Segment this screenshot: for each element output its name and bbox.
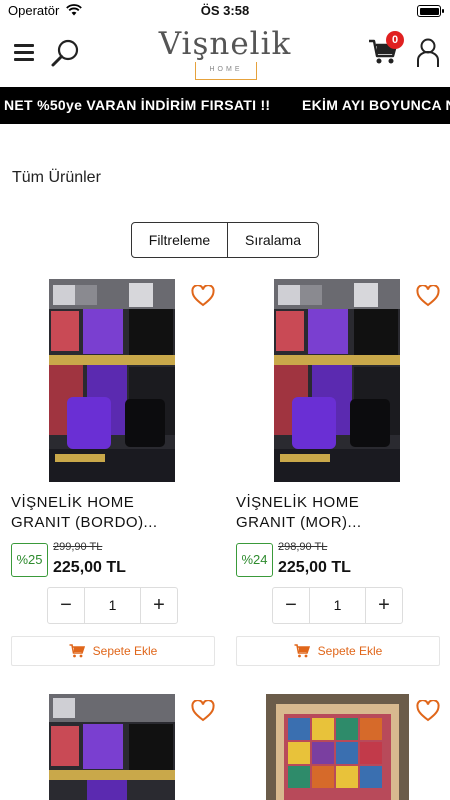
- quantity-stepper: − 1 +: [272, 587, 403, 624]
- add-to-cart-label: Sepete Ekle: [92, 644, 158, 658]
- filter-sort-group: Filtreleme Sıralama: [131, 222, 319, 258]
- decrease-button[interactable]: −: [48, 588, 84, 623]
- sort-button[interactable]: Sıralama: [228, 223, 318, 257]
- decrease-button[interactable]: −: [273, 588, 309, 623]
- favorite-heart-icon[interactable]: [416, 285, 440, 307]
- add-to-cart-button[interactable]: Sepete Ekle: [11, 636, 215, 666]
- app-header: Vişnelik HOME 0: [0, 24, 450, 86]
- add-to-cart-button[interactable]: Sepete Ekle: [236, 636, 440, 666]
- increase-button[interactable]: +: [141, 588, 177, 623]
- favorite-heart-icon[interactable]: [416, 700, 440, 722]
- user-icon[interactable]: [416, 38, 440, 68]
- product-card[interactable]: VİŞNELİK HOME GRANIT (MOR)... %24 298,90…: [236, 279, 440, 669]
- brand-logo[interactable]: Vişnelik HOME: [150, 26, 300, 82]
- status-bar: Operatör ÖS 3:58: [0, 0, 450, 24]
- product-image[interactable]: [49, 694, 175, 800]
- filter-button[interactable]: Filtreleme: [132, 223, 228, 257]
- product-name-line: GRANIT (MOR)...: [236, 514, 362, 531]
- clock: ÖS 3:58: [200, 3, 250, 18]
- product-name[interactable]: VİŞNELİK HOME GRANIT (BORDO)...: [11, 493, 215, 533]
- old-price: 299,90 TL: [53, 541, 103, 553]
- old-price: 298,90 TL: [278, 541, 328, 553]
- logo-text: Vişnelik: [158, 26, 292, 62]
- discount-badge: %25: [11, 543, 48, 577]
- cart-icon: [294, 644, 310, 658]
- search-icon[interactable]: [50, 38, 80, 68]
- battery-fill: [419, 7, 439, 15]
- quantity-value[interactable]: 1: [309, 588, 366, 623]
- page-title: Tüm Ürünler: [12, 169, 101, 186]
- product-image[interactable]: [266, 694, 409, 800]
- product-image[interactable]: [49, 279, 175, 482]
- price: 225,00 TL: [53, 559, 126, 576]
- promo-text: NET %50ye VARAN İNDİRİM FIRSATI !!: [4, 97, 271, 113]
- battery-icon: [417, 5, 444, 17]
- add-to-cart-label: Sepete Ekle: [317, 644, 383, 658]
- product-name[interactable]: VİŞNELİK HOME GRANIT (MOR)...: [236, 493, 440, 533]
- promo-text-secondary: EKİM AYI BOYUNCA N: [302, 97, 450, 113]
- discount-badge: %24: [236, 543, 273, 577]
- price: 225,00 TL: [278, 559, 351, 576]
- cart-count-badge: 0: [386, 31, 404, 49]
- product-name-line: VİŞNELİK HOME: [11, 494, 135, 511]
- product-card[interactable]: VİŞNELİK HOME GRANIT (BORDO)... %25 299,…: [11, 279, 215, 669]
- favorite-heart-icon[interactable]: [191, 700, 215, 722]
- favorite-heart-icon[interactable]: [191, 285, 215, 307]
- promo-banner: NET %50ye VARAN İNDİRİM FIRSATI !! EKİM …: [0, 87, 450, 124]
- quantity-stepper: − 1 +: [47, 587, 178, 624]
- product-name-line: VİŞNELİK HOME: [236, 494, 360, 511]
- product-image[interactable]: [274, 279, 400, 482]
- menu-icon[interactable]: [14, 44, 34, 62]
- logo-subtitle: HOME: [209, 66, 243, 73]
- product-name-line: GRANIT (BORDO)...: [11, 514, 158, 531]
- cart-icon: [69, 644, 85, 658]
- increase-button[interactable]: +: [366, 588, 402, 623]
- quantity-value[interactable]: 1: [84, 588, 141, 623]
